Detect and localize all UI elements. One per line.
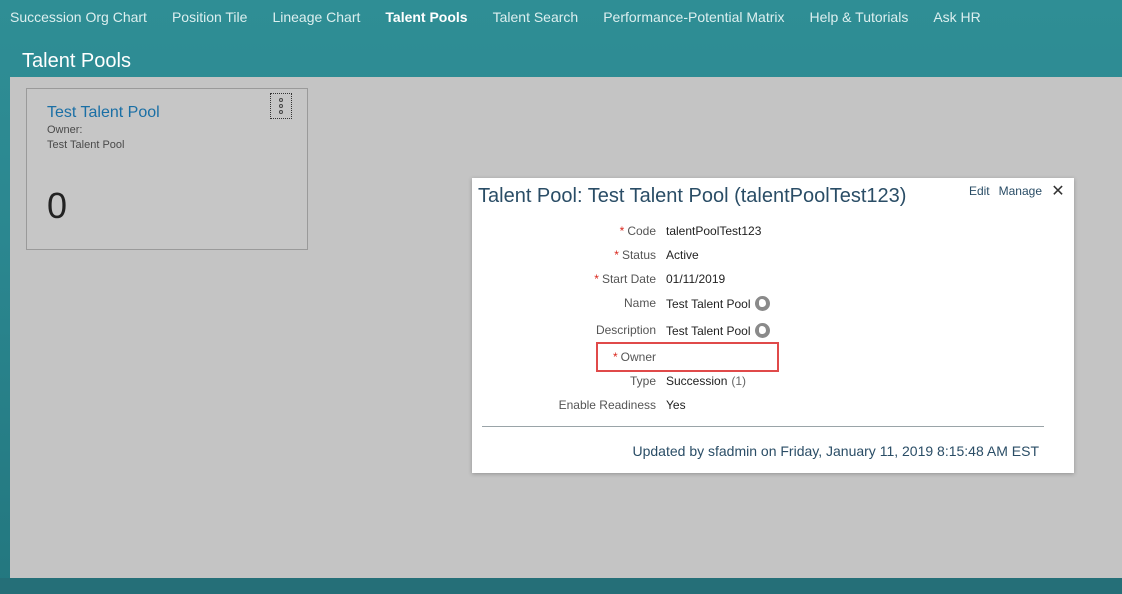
field-name-value: Test Talent Pool bbox=[666, 296, 770, 311]
manage-link[interactable]: Manage bbox=[999, 184, 1042, 198]
tile-owner-value: Test Talent Pool bbox=[47, 139, 125, 151]
menu-dot bbox=[279, 98, 283, 102]
dialog-actions: Edit Manage bbox=[969, 184, 1042, 198]
page-title: Talent Pools bbox=[22, 50, 131, 72]
field-code-label: * Code bbox=[619, 224, 656, 238]
more-options-icon[interactable] bbox=[270, 93, 292, 119]
field-name: Name Test Talent Pool bbox=[472, 296, 1074, 314]
field-enable-readiness-label: Enable Readiness bbox=[558, 398, 656, 412]
field-code-value: talentPoolTest123 bbox=[666, 224, 762, 238]
top-navigation: Succession Org Chart Position Tile Linea… bbox=[0, 0, 1122, 34]
nav-succession-org-chart[interactable]: Succession Org Chart bbox=[0, 9, 147, 25]
footer-band bbox=[0, 578, 1122, 594]
globe-icon[interactable] bbox=[754, 323, 770, 338]
nav-ask-hr[interactable]: Ask HR bbox=[923, 9, 980, 25]
field-type-count: (1) bbox=[731, 374, 747, 388]
talent-pool-tile[interactable]: Test Talent Pool Owner: Test Talent Pool… bbox=[26, 88, 308, 250]
nav-position-tile[interactable]: Position Tile bbox=[162, 9, 247, 25]
tile-member-count: 0 bbox=[47, 185, 68, 226]
dialog-title: Talent Pool: Test Talent Pool (talentPoo… bbox=[478, 185, 907, 207]
field-type-text: Succession bbox=[666, 374, 728, 388]
menu-dot bbox=[279, 110, 283, 114]
required-marker: * bbox=[619, 224, 625, 238]
field-status-label: * Status bbox=[614, 248, 656, 262]
required-marker: * bbox=[594, 272, 599, 286]
field-name-text: Test Talent Pool bbox=[666, 296, 751, 311]
required-marker: * bbox=[612, 350, 618, 364]
field-enable-readiness: Enable Readiness Yes bbox=[472, 398, 1074, 416]
field-name-label: Name bbox=[623, 296, 656, 310]
field-owner: * Owner bbox=[472, 350, 1074, 368]
field-status-value: Active bbox=[666, 248, 699, 262]
field-start-date-label: * Start Date bbox=[594, 272, 656, 286]
nav-lineage-chart[interactable]: Lineage Chart bbox=[262, 9, 360, 25]
field-start-date-value: 01/11/2019 bbox=[666, 272, 726, 286]
nav-talent-search[interactable]: Talent Search bbox=[483, 9, 579, 25]
field-status: * Status Active bbox=[472, 248, 1074, 266]
field-owner-label: * Owner bbox=[612, 350, 656, 364]
field-enable-readiness-value: Yes bbox=[666, 398, 686, 412]
edit-link[interactable]: Edit bbox=[969, 184, 990, 198]
field-description-value: Test Talent Pool bbox=[666, 323, 770, 338]
menu-dot bbox=[279, 104, 283, 108]
field-type-value: Succession (1) bbox=[666, 374, 746, 388]
required-marker: * bbox=[614, 248, 619, 262]
nav-help-tutorials[interactable]: Help & Tutorials bbox=[800, 9, 909, 25]
field-description: Description Test Talent Pool bbox=[472, 323, 1074, 341]
nav-performance-potential-matrix[interactable]: Performance-Potential Matrix bbox=[593, 9, 784, 25]
field-description-text: Test Talent Pool bbox=[666, 323, 751, 338]
nav-talent-pools[interactable]: Talent Pools bbox=[375, 9, 467, 25]
field-type-label: Type bbox=[629, 374, 656, 388]
talent-pool-dialog: Talent Pool: Test Talent Pool (talentPoo… bbox=[472, 178, 1074, 473]
field-description-label: Description bbox=[595, 323, 656, 337]
close-icon[interactable]: ✕ bbox=[1050, 184, 1066, 200]
dialog-divider bbox=[482, 426, 1044, 427]
globe-icon[interactable] bbox=[754, 296, 770, 311]
field-code: * Code talentPoolTest123 bbox=[472, 224, 1074, 242]
field-type: Type Succession (1) bbox=[472, 374, 1074, 392]
field-start-date: * Start Date 01/11/2019 bbox=[472, 272, 1074, 290]
tile-owner-label: Owner: bbox=[47, 124, 83, 136]
tile-title-link[interactable]: Test Talent Pool bbox=[47, 104, 160, 122]
updated-info: Updated by sfadmin on Friday, January 11… bbox=[632, 443, 1040, 459]
